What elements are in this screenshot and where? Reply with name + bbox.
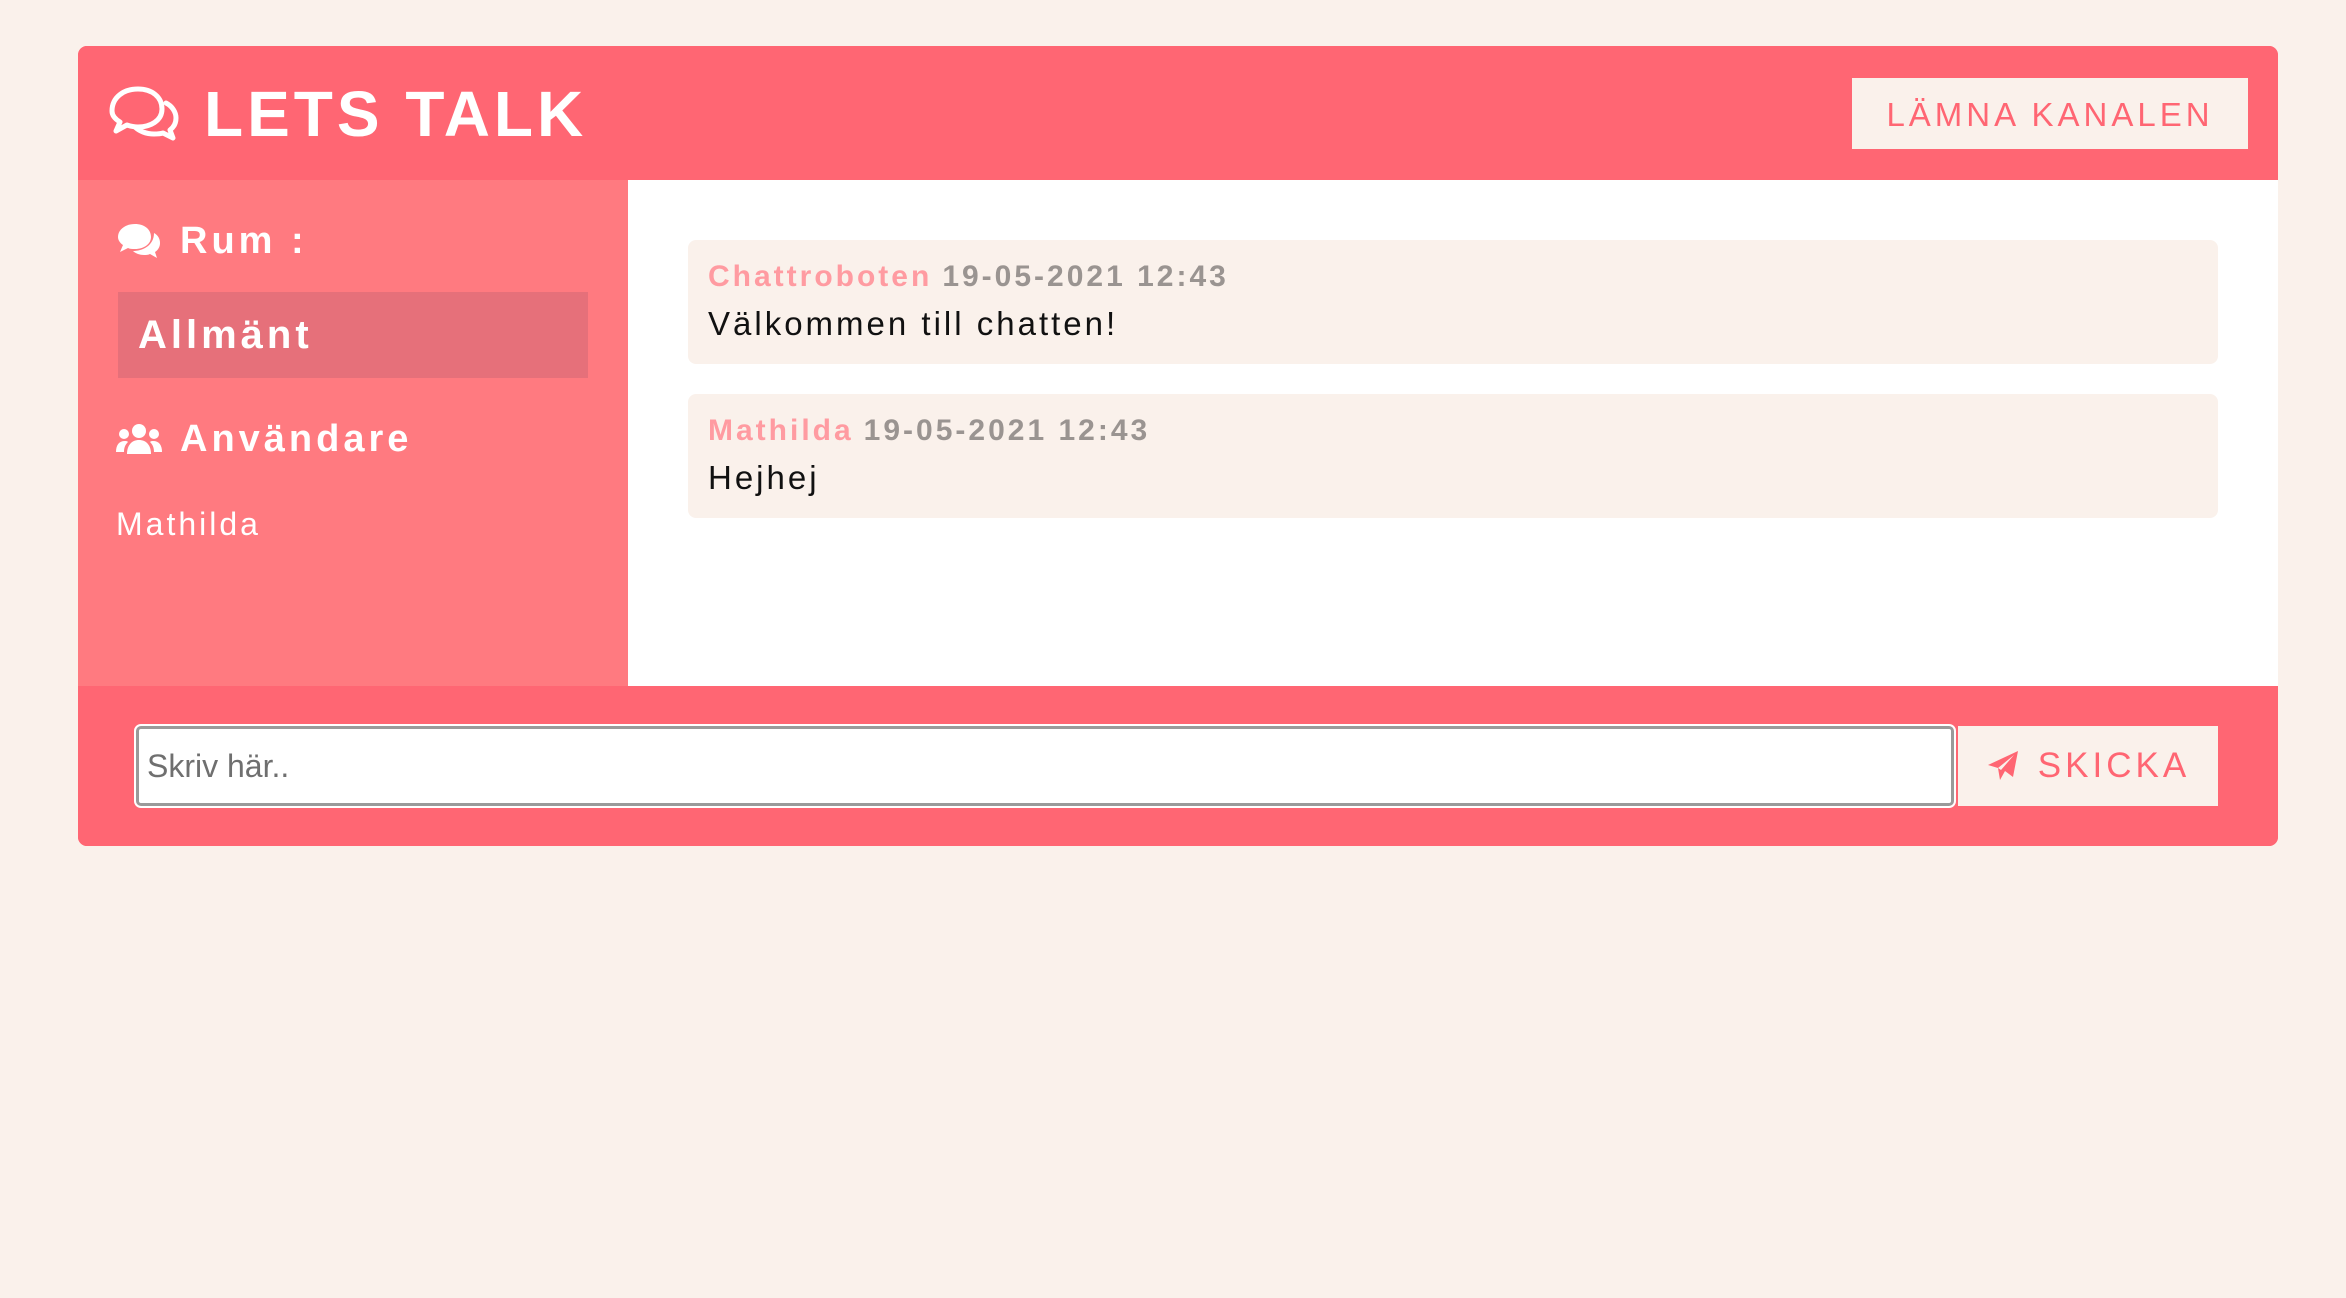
rooms-heading: Rum : [116, 216, 308, 266]
message-text: Hejhej [708, 459, 820, 496]
message-item: Mathilda 19-05-2021 12:43 Hejhej [688, 394, 2218, 518]
message-text: Välkommen till chatten! [708, 305, 1119, 342]
chat-messages: Chattroboten 19-05-2021 12:43 Välkommen t… [628, 180, 2278, 686]
user-item-mathilda: Mathilda [116, 506, 261, 542]
leave-channel-button[interactable]: LÄMNA KANALEN [1852, 78, 2248, 149]
message-item: Chattroboten 19-05-2021 12:43 Välkommen t… [688, 240, 2218, 364]
paper-plane-icon [1987, 751, 2018, 780]
message-time: 19-05-2021 12:43 [863, 414, 1151, 447]
message-time: 19-05-2021 12:43 [942, 260, 1229, 293]
users-icon [116, 424, 162, 454]
rooms-heading-label: Rum : [180, 219, 308, 262]
send-button[interactable]: SKICKA [1958, 726, 2218, 806]
message-author: Mathilda [708, 414, 854, 447]
message-author: Chattroboten [708, 260, 933, 293]
brand: LETS TALK [106, 76, 587, 152]
room-item-allmant[interactable]: Allmänt [118, 292, 588, 378]
message-input[interactable] [134, 724, 1956, 808]
send-button-label: SKICKA [2037, 746, 2191, 785]
comments-icon [118, 224, 160, 258]
sidebar: Rum : Allmänt Användare Mathilda [78, 180, 628, 686]
composer: SKICKA [78, 686, 2278, 846]
users-heading-label: Användare [180, 417, 413, 460]
message-meta: Mathilda 19-05-2021 12:43 [708, 412, 2198, 450]
header: LETS TALK LÄMNA KANALEN [78, 46, 2278, 180]
users-heading: Användare [116, 414, 412, 464]
app-title: LETS TALK [204, 78, 588, 150]
comments-icon [109, 86, 179, 141]
message-meta: Chattroboten 19-05-2021 12:43 [708, 258, 2198, 296]
chat-app: LETS TALK LÄMNA KANALEN Rum : Allmänt An… [78, 46, 2278, 846]
